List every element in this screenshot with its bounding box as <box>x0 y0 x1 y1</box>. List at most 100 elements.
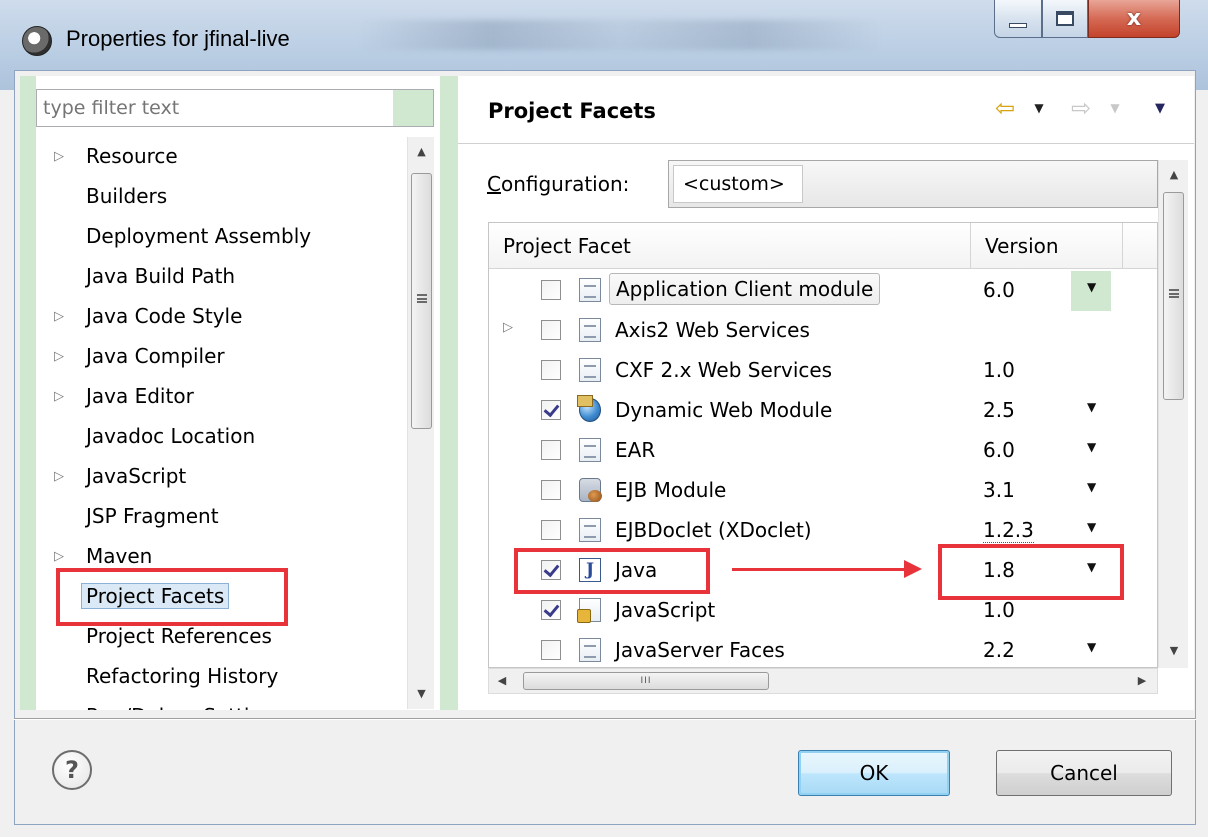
table-row[interactable]: EJB Module 3.1 ▼ <box>489 471 1157 511</box>
ok-button[interactable]: OK <box>798 750 950 796</box>
tree-item[interactable]: Java Build Path <box>36 257 235 295</box>
tree-item[interactable]: ▷ Java Editor <box>36 377 194 415</box>
table-row[interactable]: JavaScript 1.0 <box>489 591 1157 631</box>
facet-version[interactable]: 2.5 <box>983 398 1015 422</box>
table-hscroll-thumb[interactable]: III <box>523 672 769 690</box>
expand-arrow-icon[interactable]: ▷ <box>52 549 66 564</box>
version-dropdown-icon[interactable]: ▼ <box>1087 640 1096 654</box>
facet-version[interactable]: 3.1 <box>983 478 1015 502</box>
scroll-up-icon[interactable]: ▲ <box>1159 160 1189 190</box>
filter-input[interactable] <box>37 90 393 126</box>
facet-checkbox[interactable] <box>541 280 561 300</box>
back-history-dropdown-icon[interactable]: ▼ <box>1030 94 1048 122</box>
table-row[interactable]: CXF 2.x Web Services 1.0 <box>489 351 1157 391</box>
facet-name: JavaScript <box>615 598 716 622</box>
page-vertical-scrollbar[interactable]: ▲ ▼ <box>1158 160 1188 668</box>
view-menu-icon[interactable]: ▼ <box>1150 94 1170 122</box>
facet-checkbox[interactable] <box>541 320 561 340</box>
version-dropdown-icon[interactable]: ▼ <box>1087 560 1096 574</box>
back-arrow-icon[interactable]: ⇦ <box>990 94 1020 122</box>
facet-checkbox[interactable] <box>541 640 561 660</box>
facet-version[interactable]: 1.2.3 <box>983 518 1034 543</box>
column-header-version[interactable]: Version <box>971 223 1123 269</box>
doc-icon <box>579 358 601 382</box>
table-row[interactable]: Application Client module 6.0 ▼ <box>489 271 1157 311</box>
version-dropdown-icon[interactable]: ▼ <box>1087 480 1096 494</box>
tree-item-label: Maven <box>86 544 153 568</box>
tree-item[interactable]: ▷ Java Compiler <box>36 337 225 375</box>
window-title: Properties for jfinal-live <box>66 26 290 51</box>
version-dropdown-icon[interactable]: ▼ <box>1087 280 1096 294</box>
table-row[interactable]: J Java 1.8 ▼ <box>489 551 1157 591</box>
facet-name: Dynamic Web Module <box>615 398 833 422</box>
version-dropdown-icon[interactable]: ▼ <box>1087 440 1096 454</box>
property-page-tree[interactable]: ▷ Resource Builders Deployment Assembly Java… <box>36 137 406 710</box>
configuration-value: <custom> <box>683 173 785 195</box>
page-scroll-thumb[interactable] <box>1163 192 1184 400</box>
scroll-up-icon[interactable]: ▲ <box>408 137 435 167</box>
expand-arrow-icon[interactable]: ▷ <box>52 469 66 484</box>
facets-table[interactable]: Project Facet Version Application Client… <box>488 222 1158 668</box>
tree-item[interactable]: JSP Fragment <box>36 497 219 535</box>
cancel-button[interactable]: Cancel <box>996 750 1172 796</box>
version-dropdown-icon[interactable]: ▼ <box>1087 400 1096 414</box>
minimize-button[interactable] <box>994 0 1042 38</box>
facet-checkbox[interactable] <box>541 360 561 380</box>
tree-item[interactable]: Run/Debug Settings <box>36 697 285 710</box>
expand-arrow-icon[interactable]: ▷ <box>52 149 66 164</box>
facet-checkbox[interactable] <box>541 440 561 460</box>
forward-history-dropdown-icon[interactable]: ▼ <box>1106 94 1124 122</box>
help-button[interactable]: ? <box>52 750 92 790</box>
table-row[interactable]: Dynamic Web Module 2.5 ▼ <box>489 391 1157 431</box>
facet-version[interactable]: 1.8 <box>983 558 1015 582</box>
tree-item[interactable]: Deployment Assembly <box>36 217 311 255</box>
tree-item[interactable]: ▷ Maven <box>36 537 152 575</box>
facet-checkbox[interactable] <box>541 520 561 540</box>
grip-icon <box>417 294 427 303</box>
close-button[interactable]: x <box>1088 0 1180 38</box>
expand-arrow-icon[interactable]: ▷ <box>52 309 66 324</box>
tree-item[interactable]: ▷ Java Code Style <box>36 297 242 335</box>
annotation-arrow-head-icon <box>904 560 922 578</box>
table-row[interactable]: ▷ Axis2 Web Services <box>489 311 1157 351</box>
sash-accent-strip[interactable] <box>440 76 458 710</box>
tree-item[interactable]: Project Facets <box>36 577 230 615</box>
forward-arrow-icon[interactable]: ⇨ <box>1066 94 1096 122</box>
scroll-down-icon[interactable]: ▼ <box>408 679 435 709</box>
filter-field[interactable] <box>36 89 434 127</box>
scroll-right-icon[interactable]: ▶ <box>1129 669 1155 693</box>
scroll-down-icon[interactable]: ▼ <box>1159 636 1189 666</box>
facet-version[interactable]: 2.2 <box>983 638 1015 662</box>
column-header-facet[interactable]: Project Facet <box>489 223 971 269</box>
tree-item[interactable]: Project References <box>36 617 272 655</box>
tree-item[interactable]: ▷ Resource <box>36 137 178 175</box>
tree-scroll-thumb[interactable] <box>411 173 432 429</box>
table-row[interactable]: EJBDoclet (XDoclet) 1.2.3 ▼ <box>489 511 1157 551</box>
tree-item[interactable]: Builders <box>36 177 167 215</box>
table-row[interactable]: JavaServer Faces 2.2 ▼ <box>489 631 1157 667</box>
scroll-left-icon[interactable]: ◀ <box>489 669 515 693</box>
facet-checkbox[interactable] <box>541 600 561 620</box>
expand-arrow-icon[interactable]: ▷ <box>501 320 515 335</box>
tree-item[interactable]: Javadoc Location <box>36 417 255 455</box>
tree-item[interactable]: ▷ JavaScript <box>36 457 186 495</box>
filter-clear-button[interactable] <box>393 90 433 126</box>
maximize-button[interactable] <box>1042 0 1088 38</box>
expand-arrow-icon[interactable]: ▷ <box>52 349 66 364</box>
facet-version[interactable]: 6.0 <box>983 278 1015 302</box>
facet-version[interactable]: 6.0 <box>983 438 1015 462</box>
tree-item[interactable]: Refactoring History <box>36 657 278 695</box>
facet-checkbox[interactable] <box>541 560 561 580</box>
facet-checkbox[interactable] <box>541 480 561 500</box>
tree-item-label: Project Facets <box>81 583 230 609</box>
table-horizontal-scrollbar[interactable]: ◀ III ▶ <box>488 668 1158 694</box>
expand-arrow-icon[interactable]: ▷ <box>52 389 66 404</box>
eclipse-icon <box>22 26 52 56</box>
tree-vertical-scrollbar[interactable]: ▲ ▼ <box>407 137 434 709</box>
version-dropdown-icon[interactable]: ▼ <box>1087 520 1096 534</box>
tree-item-label: JavaScript <box>86 464 187 488</box>
facet-checkbox[interactable] <box>541 400 561 420</box>
doc-icon <box>579 438 601 462</box>
table-row[interactable]: EAR 6.0 ▼ <box>489 431 1157 471</box>
configuration-select[interactable]: <custom> <box>668 160 1158 208</box>
